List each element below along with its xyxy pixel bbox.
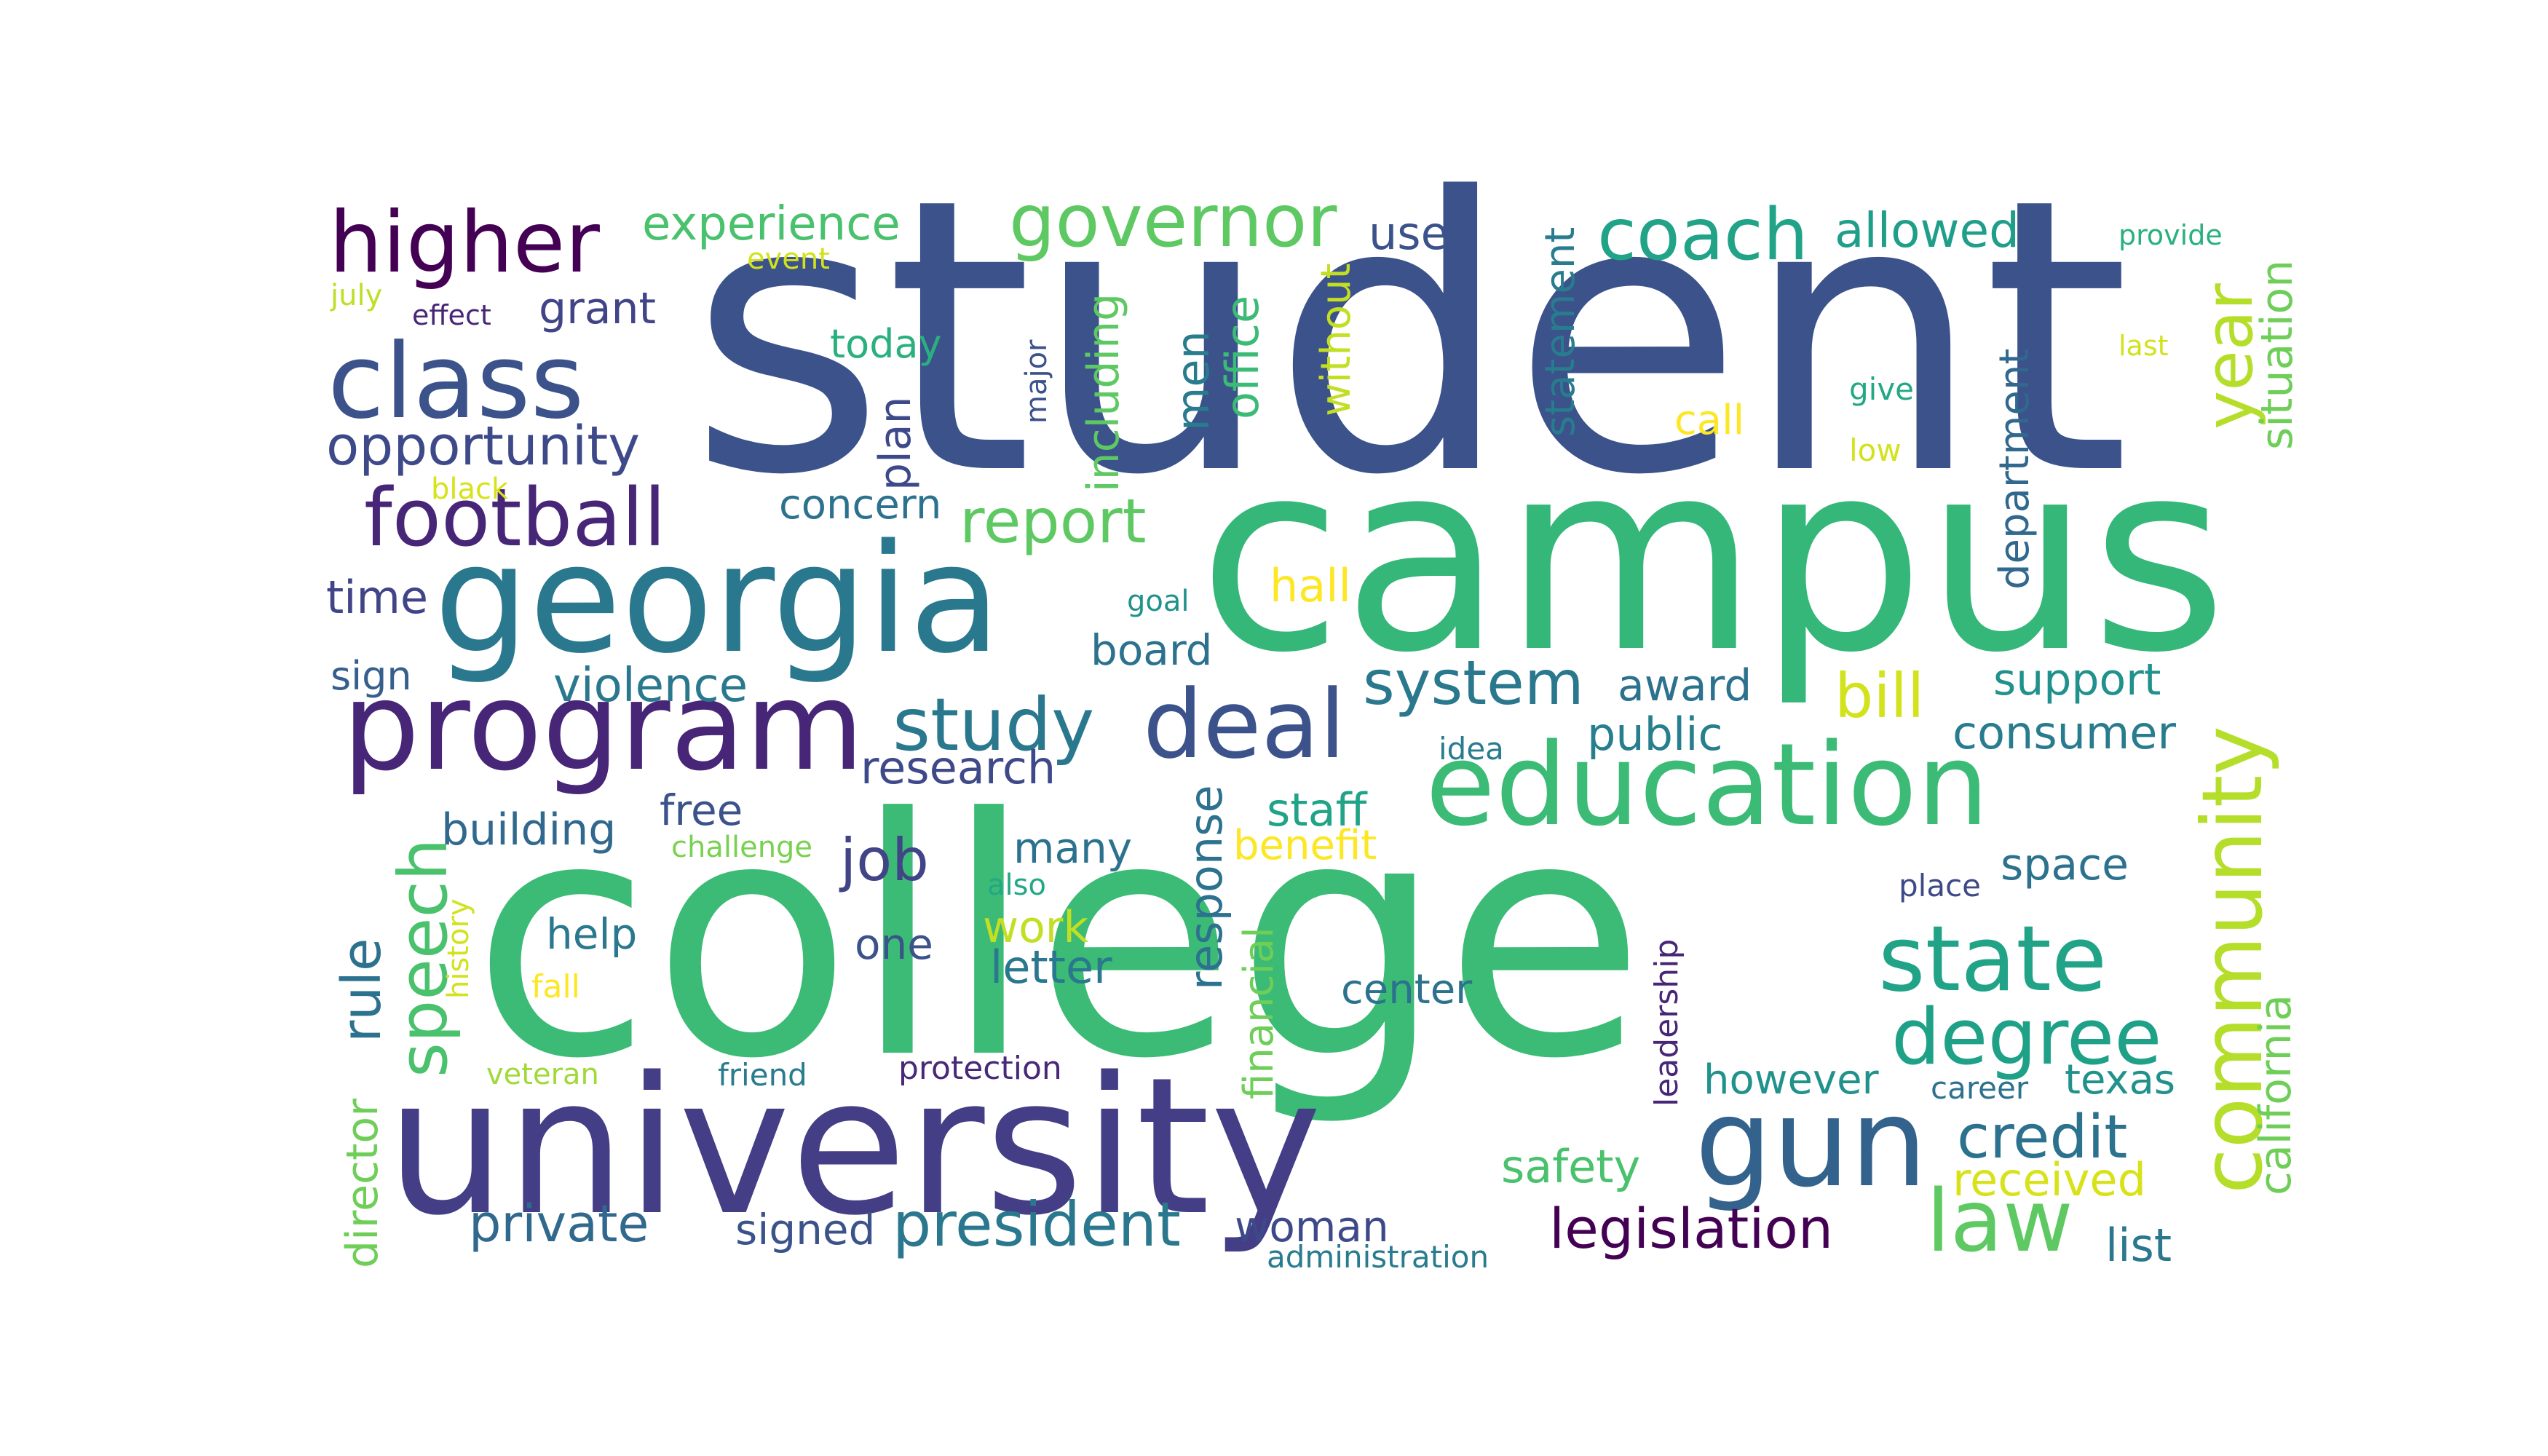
word-july: july bbox=[331, 279, 383, 312]
word-grant: grant bbox=[539, 283, 657, 334]
word-hall: hall bbox=[1270, 559, 1351, 612]
word-used: used bbox=[1369, 207, 1478, 260]
word-call: call bbox=[1674, 397, 1745, 444]
word-department: department bbox=[1991, 348, 2038, 590]
word-state: state bbox=[1878, 907, 2108, 1012]
word-goal: goal bbox=[1127, 585, 1190, 618]
word-low: low bbox=[1849, 432, 1902, 468]
word-plan: plan bbox=[870, 396, 921, 491]
word-bill: bill bbox=[1835, 660, 1925, 732]
word-opportunity: opportunity bbox=[326, 415, 641, 478]
word-director: director bbox=[337, 1099, 388, 1268]
word-give: give bbox=[1849, 371, 1915, 407]
word-effect: effect bbox=[412, 299, 491, 331]
word-allowed: allowed bbox=[1835, 202, 2019, 258]
word-private: private bbox=[469, 1194, 649, 1254]
word-experience: experience bbox=[642, 197, 901, 251]
word-men: men bbox=[1166, 331, 1219, 431]
word-today: today bbox=[830, 321, 942, 367]
word-report: report bbox=[960, 486, 1147, 557]
word-system: system bbox=[1363, 647, 1584, 719]
word-list: list bbox=[2105, 1219, 2172, 1272]
word-space: space bbox=[2001, 839, 2129, 890]
word-coach: coach bbox=[1597, 194, 1808, 277]
word-governor: governor bbox=[1009, 178, 1337, 264]
word-campus: campus bbox=[1198, 405, 2228, 710]
word-law: law bbox=[1926, 1171, 2073, 1271]
word-football: football bbox=[364, 471, 666, 564]
word-higher: higher bbox=[329, 194, 600, 292]
word-career: career bbox=[1931, 1070, 2029, 1106]
word-financial: financial bbox=[1235, 927, 1283, 1099]
word-consumer: consumer bbox=[1952, 706, 2176, 759]
word-public: public bbox=[1587, 708, 1723, 761]
word-protection: protection bbox=[898, 1050, 1062, 1087]
word-legislation: legislation bbox=[1549, 1196, 1834, 1261]
word-letter: letter bbox=[990, 941, 1112, 994]
word-idea: idea bbox=[1439, 731, 1504, 767]
word-job: job bbox=[840, 826, 929, 894]
word-office: office bbox=[1216, 295, 1269, 419]
word-including: including bbox=[1078, 293, 1129, 492]
word-provide: provide bbox=[2118, 219, 2223, 251]
word-last: last bbox=[2118, 330, 2169, 362]
word-deal: deal bbox=[1143, 669, 1346, 780]
word-california: california bbox=[2250, 994, 2301, 1195]
word-without: without bbox=[1313, 263, 1360, 416]
word-texas: texas bbox=[2065, 1056, 2176, 1104]
word-benefit: benefit bbox=[1233, 822, 1377, 869]
word-many: many bbox=[1013, 823, 1133, 873]
word-safety: safety bbox=[1501, 1140, 1641, 1193]
word-rule: rule bbox=[331, 938, 393, 1042]
word-gun: gun bbox=[1695, 1072, 1928, 1214]
word-building: building bbox=[441, 804, 617, 855]
word-president: president bbox=[893, 1189, 1181, 1260]
word-veteran: veteran bbox=[486, 1058, 599, 1091]
word-concern: concern bbox=[779, 481, 942, 529]
word-time: time bbox=[326, 571, 429, 624]
word-sign: sign bbox=[331, 653, 412, 699]
word-cloud: student campus college university georgi… bbox=[0, 0, 2548, 1456]
word-place: place bbox=[1899, 868, 1981, 903]
word-center: center bbox=[1341, 966, 1473, 1013]
word-response: response bbox=[1179, 785, 1233, 990]
word-violence: violence bbox=[553, 659, 748, 713]
word-administration: administration bbox=[1267, 1239, 1489, 1275]
word-event: event bbox=[747, 242, 830, 276]
word-board: board bbox=[1091, 625, 1213, 675]
word-one: one bbox=[855, 919, 933, 969]
word-challenge: challenge bbox=[671, 831, 813, 864]
word-support: support bbox=[1993, 654, 2161, 705]
word-help: help bbox=[546, 909, 638, 959]
word-statement: statement bbox=[1537, 226, 1584, 437]
word-situation: situation bbox=[2252, 259, 2303, 450]
word-history: history bbox=[442, 898, 475, 999]
word-also: also bbox=[987, 869, 1046, 902]
word-major: major bbox=[1020, 339, 1053, 424]
word-free: free bbox=[660, 786, 743, 835]
word-black: black bbox=[431, 472, 509, 506]
word-award: award bbox=[1618, 660, 1752, 711]
word-friend: friend bbox=[718, 1057, 807, 1093]
word-fall: fall bbox=[531, 968, 580, 1005]
word-research: research bbox=[860, 741, 1056, 794]
word-signed: signed bbox=[735, 1205, 876, 1254]
word-leadership: leadership bbox=[1648, 938, 1685, 1107]
